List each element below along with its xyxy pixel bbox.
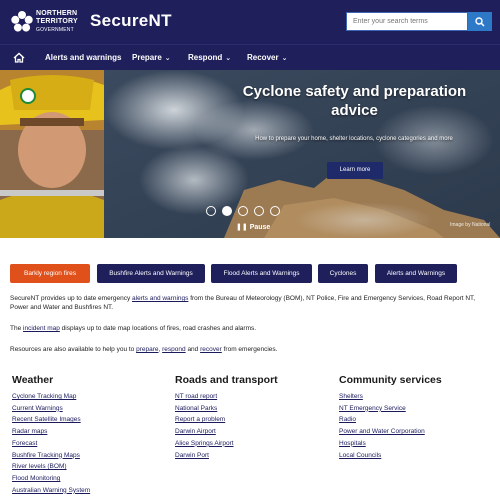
intro-paragraph-1: SecureNT provides up to date emergency a… bbox=[10, 294, 492, 312]
main-nav: Alerts and warnings Prepare ⌄ Respond ⌄ Re… bbox=[0, 44, 500, 70]
intro-text: displays up to date map locations of fir… bbox=[59, 325, 257, 332]
chevron-down-icon: ⌄ bbox=[225, 55, 232, 62]
weather-link[interactable]: Current Warnings bbox=[12, 403, 90, 415]
nt-flower-logo-icon bbox=[11, 11, 33, 32]
community-link[interactable]: Hospitals bbox=[339, 438, 425, 450]
nav-recover[interactable]: Recover ⌄ bbox=[247, 53, 287, 62]
nav-label: Respond bbox=[188, 53, 223, 62]
weather-link[interactable]: Forecast bbox=[12, 438, 90, 450]
intro-text: from emergencies. bbox=[221, 346, 278, 353]
alerts-and-warnings-link[interactable]: alerts and warnings bbox=[132, 295, 188, 302]
logo-line-3: GOVERNMENT bbox=[36, 27, 74, 33]
weather-link[interactable]: Radar maps bbox=[12, 426, 90, 438]
community-link[interactable]: Shelters bbox=[339, 391, 425, 403]
pause-label: Pause bbox=[249, 224, 271, 231]
community-link[interactable]: NT Emergency Service bbox=[339, 403, 425, 415]
image-credit: Image by National bbox=[450, 222, 491, 228]
hero-title: Cyclone safety and preparation advice bbox=[242, 83, 467, 119]
nav-label: Alerts and warnings bbox=[45, 53, 122, 62]
nav-label: Recover bbox=[247, 53, 279, 62]
intro-paragraph-2: The incident map displays up to date map… bbox=[10, 324, 492, 333]
community-link[interactable]: Local Councils bbox=[339, 450, 425, 462]
flood-alerts-button[interactable]: Flood Alerts and Warnings bbox=[211, 264, 312, 283]
roads-link[interactable]: Darwin Port bbox=[175, 450, 234, 462]
pause-button[interactable]: ❚❚ Pause bbox=[236, 223, 270, 231]
intro-paragraph-3: Resources are also available to help you… bbox=[10, 345, 492, 354]
community-link[interactable]: Power and Water Corporation bbox=[339, 426, 425, 438]
nt-government-logo[interactable]: NORTHERN TERRITORY GOVERNMENT bbox=[10, 8, 88, 36]
nav-prepare[interactable]: Prepare ⌄ bbox=[132, 53, 171, 62]
community-links: Shelters NT Emergency Service Radio Powe… bbox=[339, 391, 425, 461]
search-icon bbox=[475, 16, 485, 27]
carousel-dot[interactable] bbox=[238, 206, 248, 216]
carousel-dot[interactable] bbox=[206, 206, 216, 216]
carousel-dot-active[interactable] bbox=[222, 206, 232, 216]
roads-heading: Roads and transport bbox=[175, 374, 278, 386]
alerts-and-warnings-button[interactable]: Alerts and Warnings bbox=[375, 264, 457, 283]
carousel-dot[interactable] bbox=[270, 206, 280, 216]
learn-more-button[interactable]: Learn more bbox=[327, 162, 383, 179]
weather-link[interactable]: Australian Warning System bbox=[12, 485, 90, 497]
weather-link[interactable]: Bushfire Tracking Maps bbox=[12, 450, 90, 462]
weather-link[interactable]: River levels (BOM) bbox=[12, 461, 90, 473]
chevron-down-icon: ⌄ bbox=[164, 55, 171, 62]
home-icon[interactable] bbox=[13, 52, 25, 63]
roads-link[interactable]: Report a problem bbox=[175, 414, 234, 426]
carousel-dot[interactable] bbox=[254, 206, 264, 216]
weather-heading: Weather bbox=[12, 374, 54, 386]
hero-carousel: Cyclone safety and preparation advice Ho… bbox=[0, 70, 500, 238]
respond-link[interactable]: respond bbox=[162, 346, 186, 353]
weather-link[interactable]: Cyclone Tracking Map bbox=[12, 391, 90, 403]
cyclones-button[interactable]: Cyclones bbox=[318, 264, 368, 283]
logo-line-2: TERRITORY bbox=[36, 18, 78, 25]
recover-link[interactable]: recover bbox=[200, 346, 222, 353]
search-button[interactable] bbox=[468, 12, 492, 31]
site-title[interactable]: SecureNT bbox=[90, 11, 172, 31]
barkly-region-fires-button[interactable]: Barkly region fires bbox=[10, 264, 90, 283]
pause-icon: ❚❚ bbox=[236, 224, 248, 231]
incident-map-link[interactable]: incident map bbox=[23, 325, 60, 332]
nav-alerts-and-warnings[interactable]: Alerts and warnings bbox=[45, 53, 121, 62]
nav-label: Prepare bbox=[132, 53, 162, 62]
intro-text: Resources are also available to help you… bbox=[10, 346, 137, 353]
logo-text: NORTHERN TERRITORY GOVERNMENT bbox=[36, 10, 78, 34]
roads-links: NT road report National Parks Report a p… bbox=[175, 391, 234, 461]
community-link[interactable]: Radio bbox=[339, 414, 425, 426]
weather-link[interactable]: Flood Monitoring bbox=[12, 473, 90, 485]
logo-line-1: NORTHERN bbox=[36, 10, 78, 17]
chevron-down-icon: ⌄ bbox=[281, 55, 288, 62]
firefighter-photo bbox=[0, 70, 104, 238]
community-heading: Community services bbox=[339, 374, 442, 386]
intro-text: SecureNT provides up to date emergency bbox=[10, 295, 133, 302]
roads-link[interactable]: Alice Springs Airport bbox=[175, 438, 234, 450]
roads-link[interactable]: National Parks bbox=[175, 403, 234, 415]
weather-links: Cyclone Tracking Map Current Warnings Re… bbox=[12, 391, 90, 496]
roads-link[interactable]: Darwin Airport bbox=[175, 426, 234, 438]
nav-respond[interactable]: Respond ⌄ bbox=[188, 53, 231, 62]
bushfire-alerts-button[interactable]: Bushfire Alerts and Warnings bbox=[97, 264, 205, 283]
intro-text: The bbox=[10, 325, 24, 332]
weather-link[interactable]: Recent Satellite Images bbox=[12, 414, 90, 426]
site-header: NORTHERN TERRITORY GOVERNMENT SecureNT bbox=[0, 0, 500, 44]
search-input[interactable] bbox=[346, 12, 468, 31]
roads-link[interactable]: NT road report bbox=[175, 391, 234, 403]
prepare-link[interactable]: prepare bbox=[136, 346, 158, 353]
intro-text: and bbox=[185, 346, 201, 353]
hero-subtitle: How to prepare your home, shelter locati… bbox=[255, 136, 453, 142]
